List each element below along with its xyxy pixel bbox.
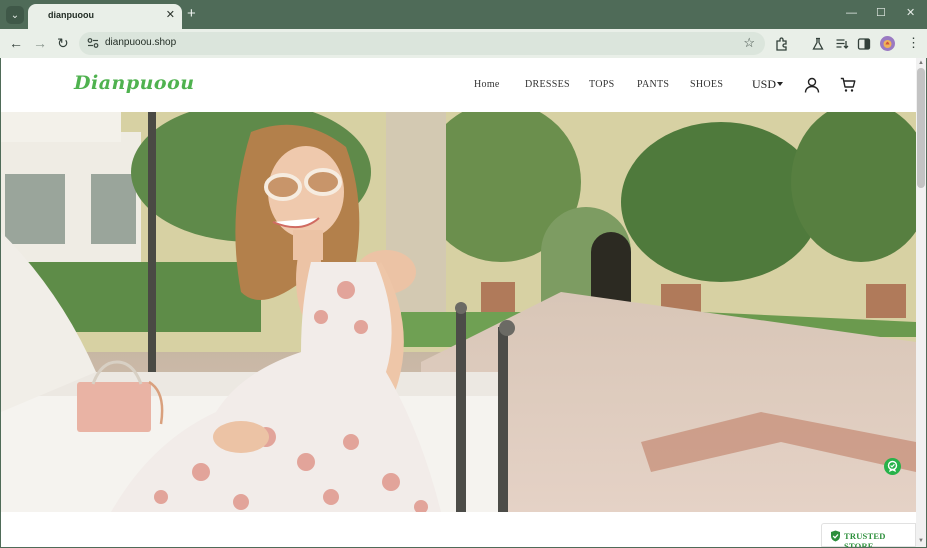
nav-pants[interactable]: PANTS [637,79,669,90]
minimize-icon[interactable]: — [846,6,857,20]
close-icon[interactable]: ✕ [166,8,175,21]
page-content-start [1,512,916,547]
user-icon[interactable] [804,77,820,93]
tab-search-icon[interactable]: ⌄ [6,6,24,24]
scroll-thumb[interactable] [917,68,925,188]
cart-icon[interactable] [840,77,856,93]
page-scrollbar[interactable]: ▲ ▼ [916,58,926,547]
site-settings-icon[interactable] [87,37,99,49]
hero-image [1,112,916,512]
address-bar[interactable]: dianpuoou.shop ☆ [79,32,765,55]
browser-tab[interactable]: dianpuoou ✕ [28,4,182,29]
shield-check-icon [831,530,840,542]
site-logo[interactable]: Dianpuoou [74,72,195,94]
browser-toolbar: ← → ↻ dianpuoou.shop ☆ ⋮ [0,29,927,58]
tab-title: dianpuoou [48,10,94,20]
shield-check-icon [887,460,898,472]
currency-selector[interactable]: USD [752,77,776,92]
scroll-up-icon[interactable]: ▲ [918,60,924,66]
trusted-store-label: TRUSTED STORE [844,531,886,547]
back-arrow-icon[interactable]: ← [9,35,23,51]
extensions-icon[interactable] [775,37,789,51]
nav-dresses[interactable]: DRESSES [525,79,570,90]
window-close-icon[interactable]: ✕ [906,6,915,20]
trusted-store-badge[interactable]: TRUSTED STORE [821,523,916,547]
reading-list-icon[interactable] [835,37,849,51]
labs-icon[interactable] [811,37,825,51]
profile-avatar-icon[interactable] [880,36,895,51]
star-icon[interactable]: ☆ [743,35,755,51]
reload-icon[interactable]: ↻ [57,35,69,51]
browser-tab-strip: ⌄ dianpuoou ✕ + — ☐ ✕ [0,0,927,29]
url-text[interactable]: dianpuoou.shop [105,37,176,48]
side-panel-icon[interactable] [857,37,871,51]
nav-home[interactable]: Home [474,79,500,90]
chevron-down-icon[interactable] [777,82,783,86]
kebab-menu-icon[interactable]: ⋮ [907,35,920,51]
scroll-down-icon[interactable]: ▼ [918,538,924,544]
site-header: Dianpuoou Home DRESSES TOPS PANTS SHOES … [1,58,916,112]
plus-icon[interactable]: + [187,5,196,23]
hero-banner[interactable] [1,112,916,512]
maximize-icon[interactable]: ☐ [876,6,886,20]
page-viewport: Dianpuoou Home DRESSES TOPS PANTS SHOES … [1,58,916,547]
nav-shoes[interactable]: SHOES [690,79,723,90]
forward-arrow-icon[interactable]: → [33,35,47,51]
trusted-store-widget-icon[interactable] [884,458,901,475]
nav-tops[interactable]: TOPS [589,79,614,90]
